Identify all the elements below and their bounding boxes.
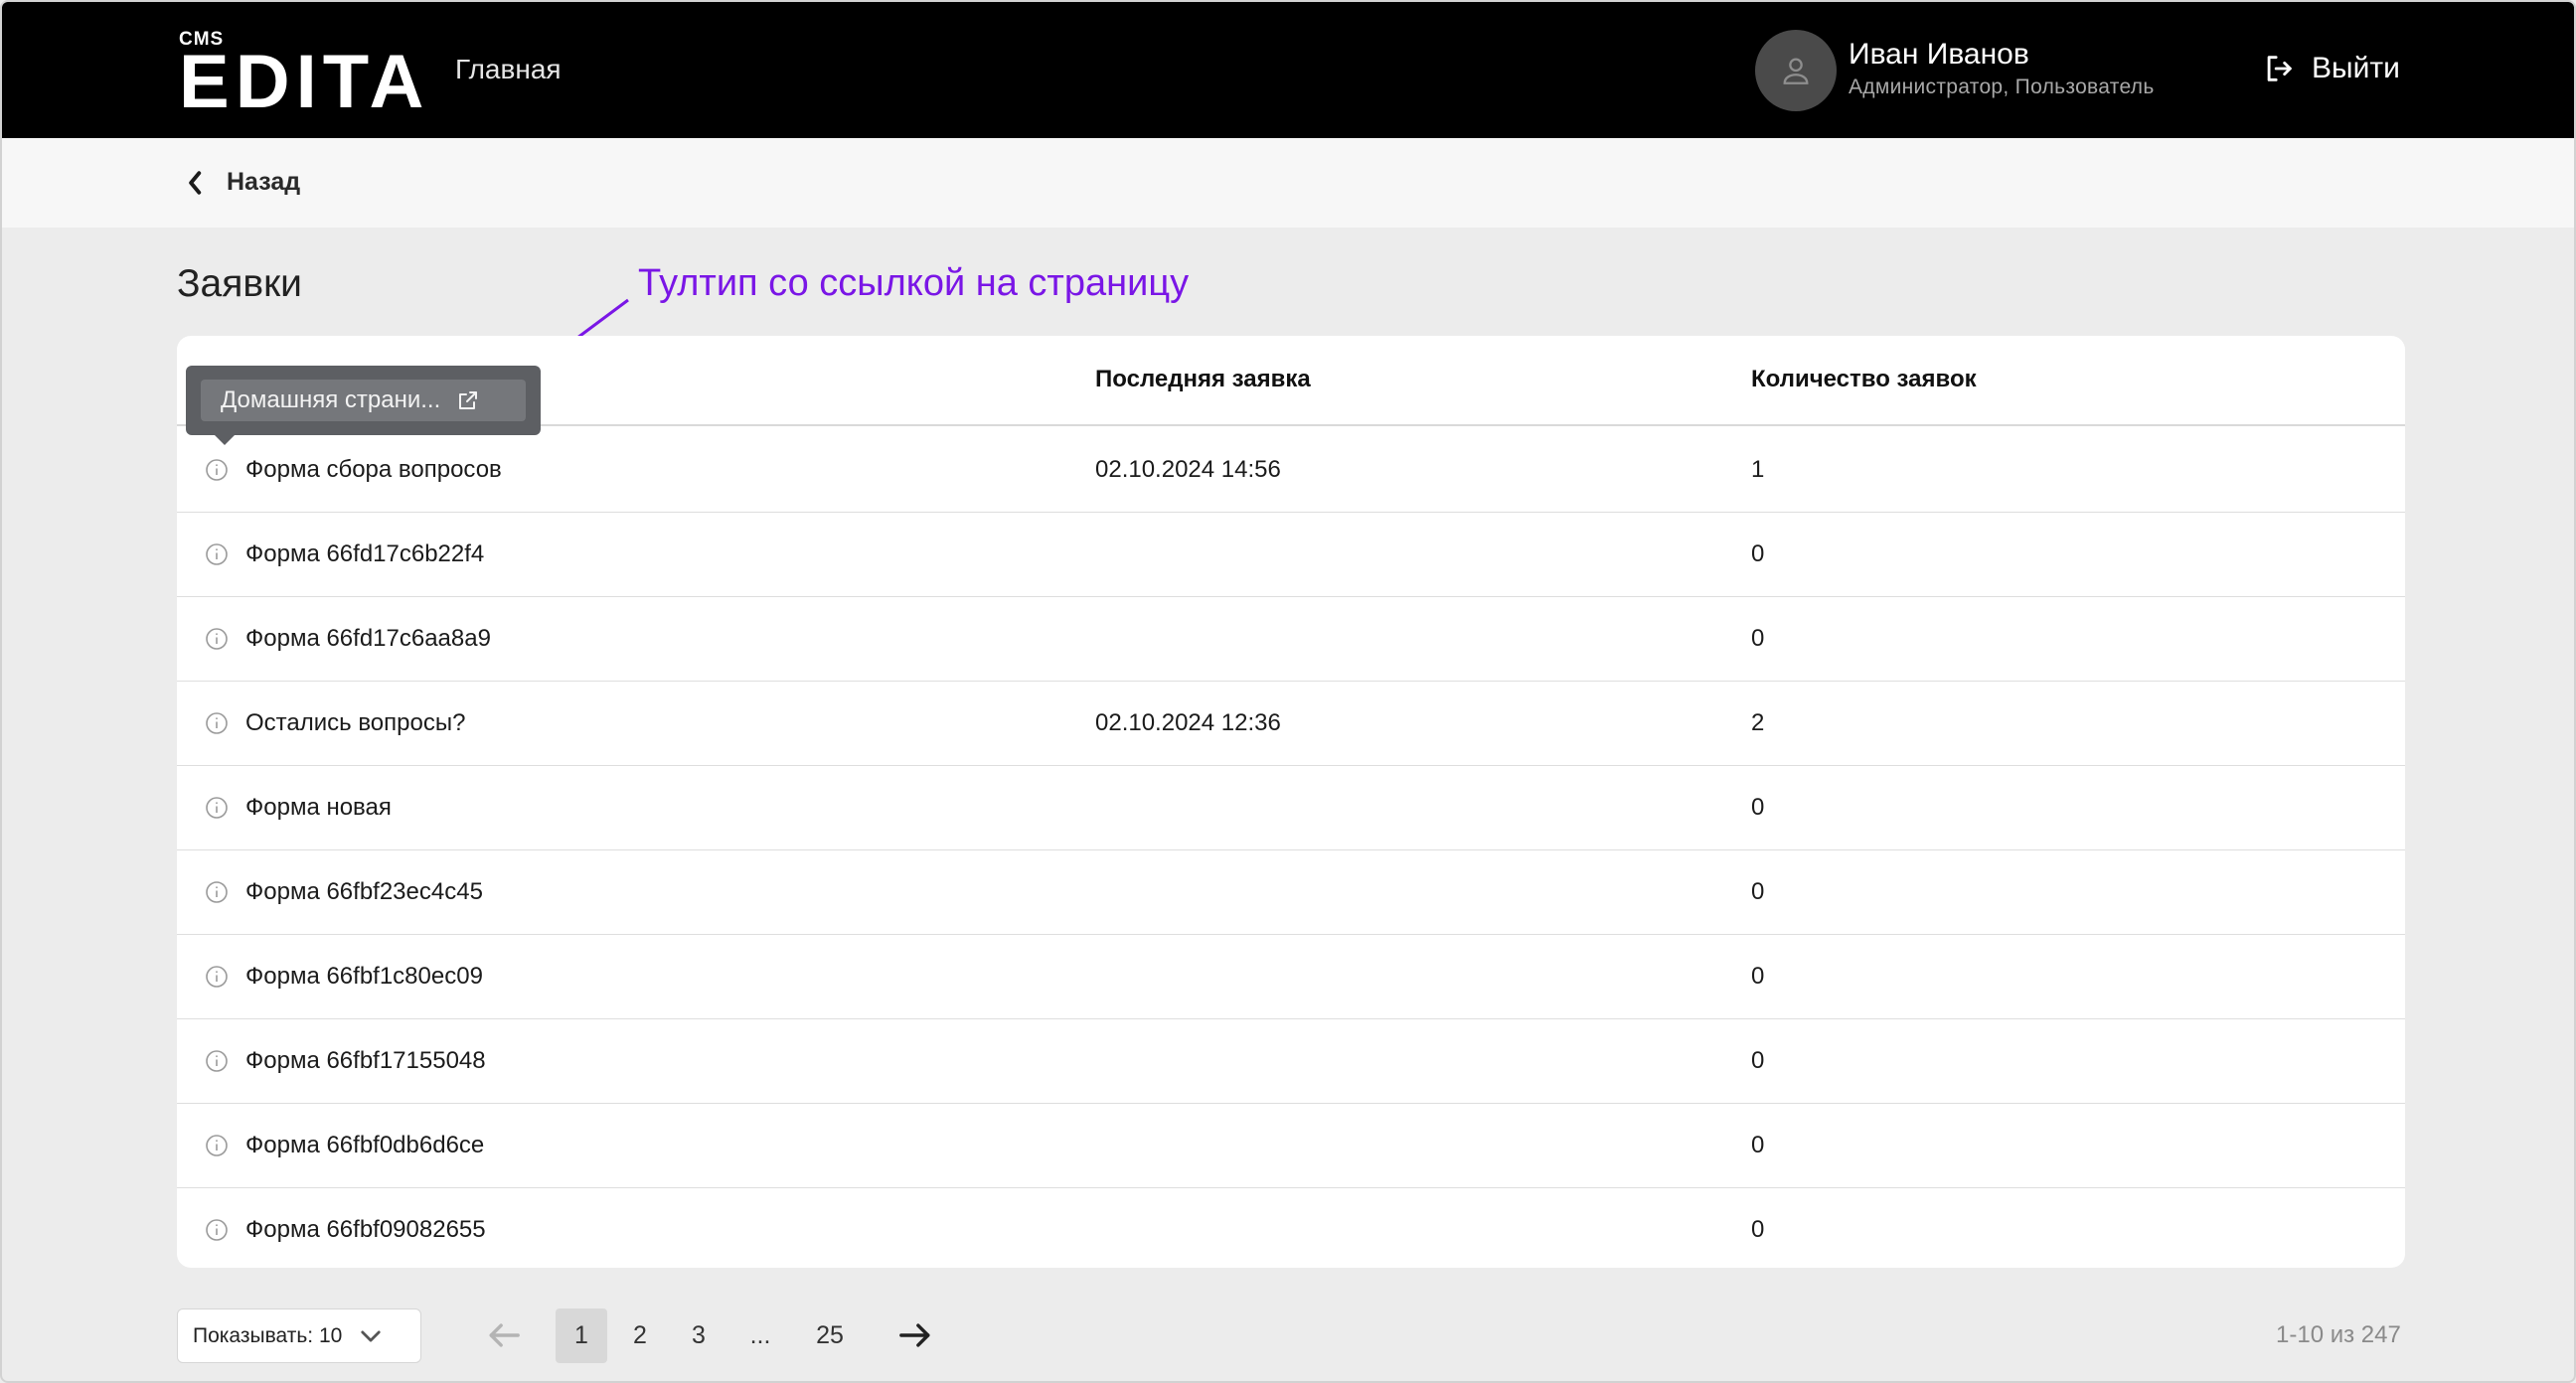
page-2-button[interactable]: 2: [614, 1308, 666, 1363]
page-1-button[interactable]: 1: [556, 1308, 607, 1363]
tooltip-link-text: Домашняя страни...: [221, 386, 441, 413]
table-row[interactable]: Форма 66fbf1c80ec09 0: [177, 935, 2405, 1019]
annotation-text: Тултип со ссылкой на страницу: [638, 262, 1190, 304]
info-icon[interactable]: [205, 627, 229, 651]
table-row[interactable]: Форма 66fbf17155048 0: [177, 1019, 2405, 1104]
page-25-button[interactable]: 25: [803, 1308, 857, 1363]
arrow-left-icon: [489, 1323, 520, 1347]
chevron-down-icon: [361, 1330, 381, 1341]
top-bar: CMS EDITA Главная Иван Иванов Администра…: [2, 2, 2574, 138]
table-row[interactable]: Форма сбора вопросов 02.10.2024 14:56 1: [177, 428, 2405, 513]
table-row[interactable]: Форма 66fbf23ec4c45 0: [177, 850, 2405, 935]
request-count: 0: [1751, 625, 1765, 652]
next-page-button[interactable]: [895, 1315, 935, 1355]
info-icon[interactable]: [205, 711, 229, 735]
form-name[interactable]: Форма 66fbf0db6d6ce: [245, 1132, 484, 1159]
logout-button[interactable]: Выйти: [2262, 52, 2400, 85]
page-link-tooltip: Домашняя страни...: [186, 366, 541, 435]
external-link-icon: [459, 391, 478, 409]
user-roles: Администратор, Пользователь: [1849, 76, 2155, 98]
breadcrumb-bar: Назад: [2, 138, 2574, 228]
info-icon[interactable]: [205, 1218, 229, 1242]
avatar[interactable]: [1755, 30, 1837, 111]
info-icon[interactable]: [205, 1134, 229, 1157]
page-size-select[interactable]: Показывать: 10: [177, 1308, 421, 1363]
request-count: 0: [1751, 1216, 1765, 1243]
request-count: 0: [1751, 878, 1765, 905]
column-header-count[interactable]: Количество заявок: [1751, 366, 1977, 393]
page-ellipsis: ...: [749, 1321, 771, 1349]
results-range: 1-10 из 247: [2276, 1321, 2401, 1348]
back-label: Назад: [227, 168, 301, 196]
user-icon: [1783, 58, 1809, 84]
table-row[interactable]: Форма новая 0: [177, 766, 2405, 850]
form-name[interactable]: Форма новая: [245, 794, 392, 822]
last-request-date: 02.10.2024 14:56: [1095, 456, 1281, 483]
info-icon[interactable]: [205, 542, 229, 566]
arrow-right-icon: [899, 1323, 930, 1347]
table-row[interactable]: Форма 66fd17c6aa8a9 0: [177, 597, 2405, 682]
form-name[interactable]: Форма 66fd17c6b22f4: [245, 540, 484, 568]
request-count: 0: [1751, 794, 1765, 821]
logo-edita-text: EDITA: [179, 40, 430, 124]
page-3-button[interactable]: 3: [673, 1308, 724, 1363]
request-count: 0: [1751, 1047, 1765, 1074]
form-name[interactable]: Форма 66fbf1c80ec09: [245, 963, 483, 991]
info-icon[interactable]: [205, 796, 229, 820]
requests-table: Последняя заявка Количество заявок Форма…: [177, 336, 2405, 1268]
info-icon[interactable]: [205, 458, 229, 482]
table-row[interactable]: Форма 66fbf0db6d6ce 0: [177, 1104, 2405, 1188]
logo[interactable]: CMS EDITA: [179, 30, 430, 124]
logout-icon: [2267, 56, 2292, 81]
logout-label: Выйти: [2312, 52, 2400, 84]
request-count: 0: [1751, 963, 1765, 990]
table-row[interactable]: Форма 66fd17c6b22f4 0: [177, 513, 2405, 597]
form-name[interactable]: Форма 66fd17c6aa8a9: [245, 625, 491, 653]
form-name[interactable]: Форма 66fbf09082655: [245, 1216, 486, 1244]
tooltip-arrow: [213, 433, 237, 445]
column-header-last-request[interactable]: Последняя заявка: [1095, 366, 1311, 393]
user-name: Иван Иванов: [1849, 38, 2029, 71]
back-button[interactable]: Назад: [185, 168, 300, 197]
tooltip-page-link[interactable]: Домашняя страни...: [201, 380, 526, 421]
request-count: 0: [1751, 1132, 1765, 1158]
form-name[interactable]: Форма 66fbf23ec4c45: [245, 878, 483, 906]
page-title: Заявки: [177, 262, 302, 305]
page-size-label: Показывать: 10: [193, 1323, 343, 1347]
table-row[interactable]: Форма 66fbf09082655 0: [177, 1188, 2405, 1268]
last-request-date: 02.10.2024 12:36: [1095, 709, 1281, 736]
info-icon[interactable]: [205, 880, 229, 904]
request-count: 2: [1751, 709, 1765, 736]
info-icon[interactable]: [205, 965, 229, 989]
chevron-left-icon: [189, 170, 202, 195]
form-name[interactable]: Остались вопросы?: [245, 709, 465, 737]
nav-home-link[interactable]: Главная: [455, 54, 562, 85]
request-count: 1: [1751, 456, 1765, 483]
request-count: 0: [1751, 540, 1765, 567]
info-icon[interactable]: [205, 1049, 229, 1073]
table-row[interactable]: Остались вопросы? 02.10.2024 12:36 2: [177, 682, 2405, 766]
form-name[interactable]: Форма сбора вопросов: [245, 456, 502, 484]
app-window: CMS EDITA Главная Иван Иванов Администра…: [0, 0, 2576, 1383]
prev-page-button[interactable]: [484, 1315, 524, 1355]
form-name[interactable]: Форма 66fbf17155048: [245, 1047, 486, 1075]
